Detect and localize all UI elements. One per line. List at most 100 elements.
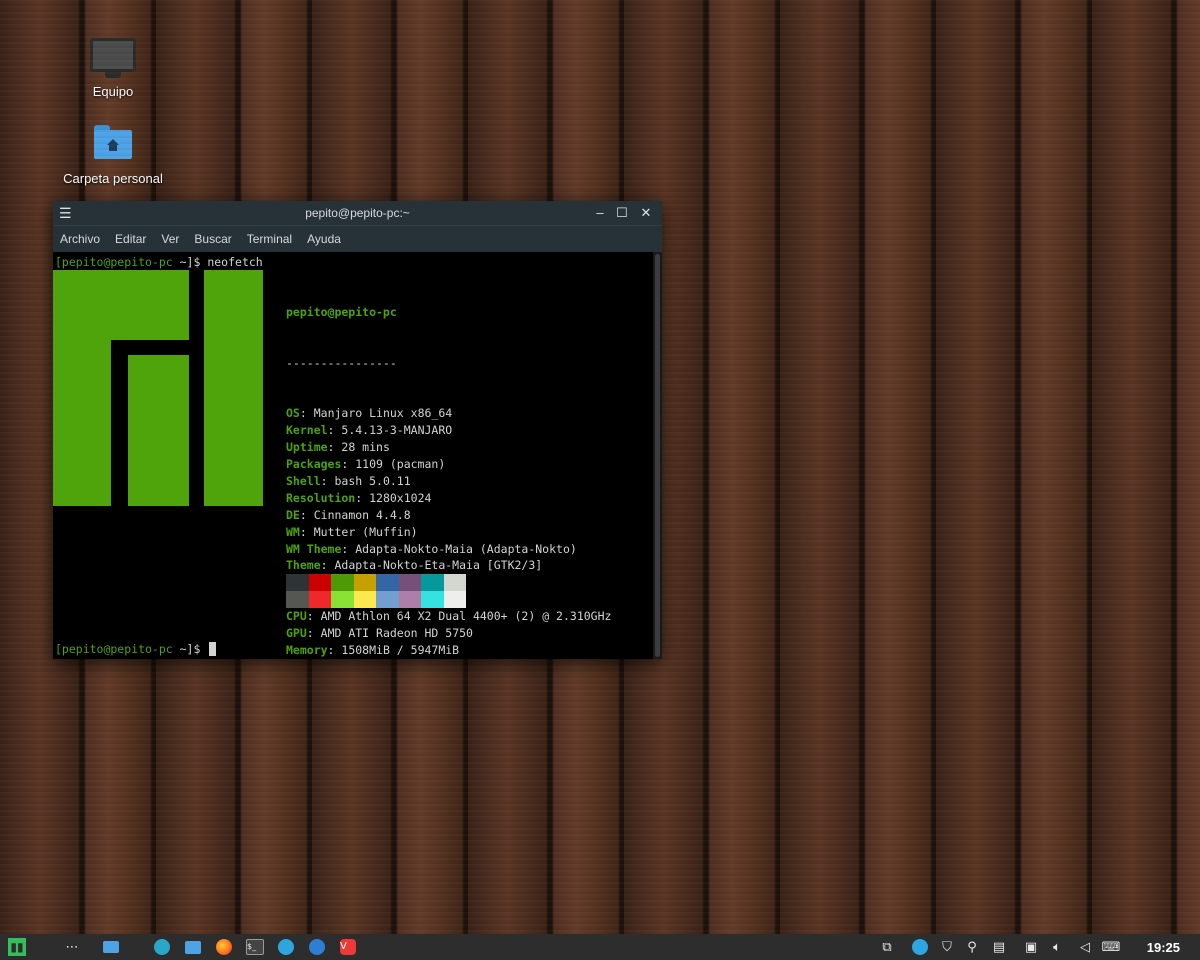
info-value: 5.4.13-3-MANJARO — [341, 423, 453, 438]
scrollbar-thumb[interactable] — [655, 254, 660, 657]
info-line: Memory: 1508MiB / 5947MiB — [286, 642, 460, 657]
info-line: OS: Manjaro Linux x86_64 — [286, 406, 453, 421]
info-value: Mutter (Muffin) — [313, 524, 418, 539]
info-value: AMD ATI Radeon HD 5750 — [320, 626, 473, 641]
volume-icon[interactable]: 🔈︎ — [1048, 938, 1066, 956]
palette-swatch — [443, 574, 466, 591]
info-key: Kernel — [286, 423, 328, 438]
info-key: Uptime — [286, 440, 328, 455]
palette-swatch — [398, 591, 421, 608]
menu-editar[interactable]: Editar — [108, 232, 154, 246]
info-value: 1508MiB / 5947MiB — [341, 642, 460, 657]
terminal-icon[interactable]: $_ — [246, 938, 264, 956]
telegram-tray-icon[interactable] — [911, 938, 929, 956]
terminal-window[interactable]: ☰ pepito@pepito-pc:~ ‒ ☐ ✕ Archivo Edita… — [53, 201, 662, 659]
info-line: Shell: bash 5.0.11 — [286, 473, 411, 488]
desktop-icon-computer[interactable]: Equipo — [58, 38, 168, 99]
screenshot-icon[interactable]: ▣ — [1022, 938, 1040, 956]
window-titlebar[interactable]: ☰ pepito@pepito-pc:~ ‒ ☐ ✕ — [53, 201, 662, 225]
info-key: WM — [286, 524, 300, 539]
files-icon[interactable] — [184, 938, 202, 956]
info-header: pepito@pepito-pc — [286, 304, 397, 319]
info-key: CPU — [286, 609, 307, 624]
location-icon[interactable]: ⚲ — [963, 938, 981, 956]
workspace-switcher-icon[interactable]: ⧉ — [878, 938, 896, 956]
show-desktop-icon[interactable] — [102, 938, 120, 956]
info-line: WM Theme: Adapta-Nokto-Maia (Adapta-Nokt… — [286, 541, 577, 556]
prompt-user: [pepito@pepito-pc — [55, 255, 173, 269]
manjaro-menu-icon[interactable]: ▮▮ — [8, 938, 26, 956]
info-line: WM: Mutter (Muffin) — [286, 524, 418, 539]
info-line: Packages: 1109 (pacman) — [286, 456, 446, 471]
menu-ver[interactable]: Ver — [154, 232, 187, 246]
palette-swatch — [421, 574, 444, 591]
info-line: DE: Cinnamon 4.4.8 — [286, 507, 411, 522]
clock[interactable]: 19:25 — [1147, 940, 1180, 955]
info-line: Resolution: 1280x1024 — [286, 490, 432, 505]
taskbar: ▮▮ ⋯ $_ V ⧉ ⛉ ⚲ ▤ ▣ 🔈︎ ◁ ⌨ 19:25 — [0, 934, 1200, 960]
info-value: Cinnamon 4.4.8 — [313, 507, 411, 522]
prompt-user: [pepito@pepito-pc — [55, 642, 173, 656]
close-icon[interactable]: ✕ — [636, 203, 656, 223]
vivaldi-icon[interactable]: V — [339, 938, 357, 956]
command-text: neofetch — [207, 255, 263, 269]
menu-archivo[interactable]: Archivo — [53, 232, 108, 246]
maximize-icon[interactable]: ☐ — [612, 203, 632, 223]
info-value: AMD Athlon 64 X2 Dual 4400+ (2) @ 2.310G… — [320, 609, 612, 624]
info-key: Memory — [286, 642, 328, 657]
prompt-dir: ~]$ — [172, 255, 208, 269]
info-value: Adapta-Nokto-Eta-Maia [GTK2/3] — [334, 558, 543, 573]
desktop-icon-label: Equipo — [92, 84, 134, 99]
menu-buscar[interactable]: Buscar — [187, 232, 239, 246]
show-apps-icon[interactable]: ⋯ — [63, 938, 81, 956]
thunderbird-icon[interactable] — [308, 938, 326, 956]
info-value: 1109 (pacman) — [355, 456, 446, 471]
settings-icon[interactable] — [153, 938, 171, 956]
info-line: Theme: Adapta-Nokto-Eta-Maia [GTK2/3] — [286, 558, 543, 573]
info-value: Adapta-Nokto-Maia (Adapta-Nokto) — [355, 541, 577, 556]
info-value: Manjaro Linux x86_64 — [313, 406, 453, 421]
palette-swatch — [398, 574, 421, 591]
firefox-icon[interactable] — [215, 938, 233, 956]
network-icon[interactable]: ▤ — [990, 938, 1008, 956]
command-line: [pepito@pepito-pc ~]$ neofetch — [55, 255, 263, 269]
telegram-icon[interactable] — [277, 938, 295, 956]
palette-swatch — [353, 591, 376, 608]
volume-level-icon[interactable]: ◁ — [1076, 938, 1094, 956]
palette-swatch — [331, 591, 354, 608]
shield-icon[interactable]: ⛉ — [938, 938, 956, 956]
info-line: CPU: AMD Athlon 64 X2 Dual 4400+ (2) @ 2… — [286, 609, 612, 624]
menubar: Archivo Editar Ver Buscar Terminal Ayuda — [53, 225, 662, 252]
info-key: Resolution — [286, 490, 356, 505]
info-key: WM Theme — [286, 541, 342, 556]
info-value: 28 mins — [341, 440, 390, 455]
command-line-current[interactable]: [pepito@pepito-pc ~]$ — [55, 642, 217, 656]
scrollbar[interactable] — [653, 252, 662, 659]
text-cursor — [209, 642, 217, 656]
desktop-icon-home-folder[interactable]: Carpeta personal — [58, 125, 168, 186]
minimize-icon[interactable]: ‒ — [590, 203, 610, 223]
palette-swatch — [443, 591, 466, 608]
palette-swatch — [308, 591, 331, 608]
info-key: OS — [286, 406, 300, 421]
info-separator: ---------------- — [286, 355, 397, 370]
menu-ayuda[interactable]: Ayuda — [300, 232, 349, 246]
desktop-icon-label: Carpeta personal — [63, 171, 163, 186]
prompt-dir: ~]$ — [172, 642, 208, 656]
system-info: pepito@pepito-pc ---------------- OS: Ma… — [286, 270, 611, 693]
terminal-output[interactable]: [pepito@pepito-pc ~]$ neofetch pepito@pe… — [53, 252, 653, 659]
palette-swatch — [353, 574, 376, 591]
palette-swatch — [331, 574, 354, 591]
home-folder-icon — [94, 125, 132, 159]
palette-swatch — [376, 574, 399, 591]
palette-swatch — [286, 574, 309, 591]
info-key: DE — [286, 507, 300, 522]
palette-swatch — [286, 591, 309, 608]
info-value: 1280x1024 — [369, 490, 432, 505]
menu-terminal[interactable]: Terminal — [240, 232, 300, 246]
info-key: GPU — [286, 626, 307, 641]
palette-swatch — [376, 591, 399, 608]
info-value: bash 5.0.11 — [334, 473, 411, 488]
window-title: pepito@pepito-pc:~ — [305, 206, 410, 220]
keyboard-icon[interactable]: ⌨ — [1102, 938, 1121, 956]
